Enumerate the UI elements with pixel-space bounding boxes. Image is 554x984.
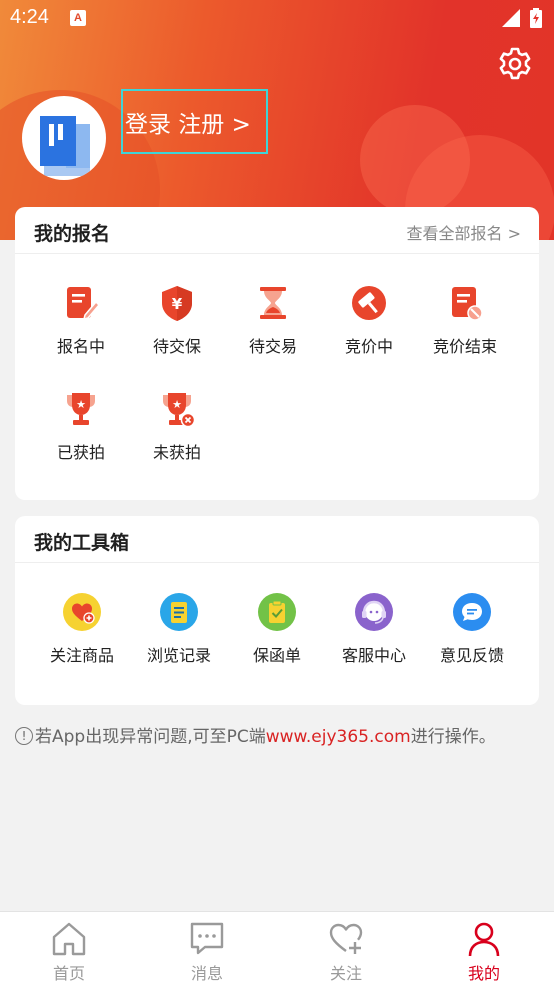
tab-messages[interactable]: 消息 (162, 920, 252, 984)
card-header: 我的工具箱 (15, 516, 539, 563)
tool-item-customer-service[interactable]: 客服中心 (326, 592, 422, 666)
trophy-x-icon: ★ (163, 393, 196, 428)
view-all-signup-link[interactable]: 查看全部报名 > (407, 220, 522, 244)
gear-icon[interactable] (497, 46, 533, 82)
tab-label: 消息 (190, 964, 223, 983)
form-edit-icon (67, 287, 101, 321)
tool-item-feedback[interactable]: 意见反馈 (424, 592, 520, 666)
signal-icon (502, 9, 520, 27)
signup-item-label: 竞价结束 (432, 337, 497, 356)
tab-label: 我的 (467, 964, 500, 983)
signup-item-label: 未获拍 (152, 443, 201, 462)
status-time: 4:24 (10, 6, 49, 28)
signup-item-label: 竞价中 (344, 337, 393, 356)
headset-icon (355, 593, 393, 631)
bottom-tab-bar: 首页 消息 关注 我的 (0, 911, 554, 984)
pc-site-link[interactable]: www.ejy365.com (266, 727, 411, 747)
signup-item-won[interactable]: ★ 已获拍 (33, 389, 129, 463)
info-icon: ! (15, 727, 33, 745)
tab-home[interactable]: 首页 (24, 920, 114, 984)
notice-prefix: 若App出现异常问题,可至PC端 (35, 727, 266, 747)
signup-item-label: 报名中 (56, 337, 105, 356)
user-icon (468, 922, 500, 957)
my-toolbox-card: 我的工具箱 关注商品 浏览记录 保函单 客服中心 意见反馈 (15, 516, 539, 705)
section-title: 我的报名 (34, 223, 111, 245)
avatar[interactable] (22, 96, 106, 180)
heart-plus-icon (63, 593, 101, 631)
hourglass-icon (260, 287, 286, 319)
tool-item-label: 客服中心 (341, 646, 406, 665)
message-icon (190, 922, 224, 955)
signup-item-label: 已获拍 (56, 443, 105, 462)
battery-icon (530, 8, 542, 28)
document-ban-icon (452, 287, 483, 321)
tool-item-guarantee-letter[interactable]: 保函单 (229, 592, 325, 666)
signup-item-label: 待交保 (152, 337, 201, 356)
svg-text:★: ★ (172, 398, 182, 411)
clipboard-check-icon (258, 593, 296, 631)
chat-bubble-icon (453, 593, 491, 631)
login-register-link[interactable]: 登录 注册 > (121, 89, 268, 154)
notice-text: ! 若App出现异常问题,可至PC端www.ejy365.com进行操作。 (15, 722, 545, 747)
gavel-icon (352, 286, 386, 320)
signup-item-bidding[interactable]: 竞价中 (321, 283, 417, 357)
tool-item-label: 关注商品 (49, 646, 114, 665)
notepad-icon (160, 593, 198, 631)
tool-item-label: 意见反馈 (439, 646, 504, 665)
heart-plus-icon (329, 923, 363, 954)
tab-mine[interactable]: 我的 (439, 920, 529, 984)
tool-item-followed-goods[interactable]: 关注商品 (34, 592, 130, 666)
status-bar: 4:24 A (0, 0, 554, 38)
trophy-icon: ★ (67, 393, 95, 425)
card-header: 我的报名 查看全部报名 > (15, 207, 539, 254)
avatar-building-icon (40, 116, 90, 176)
profile-header: 4:24 A 登录 注册 > (0, 0, 554, 240)
yuan-shield-icon: ¥ (162, 286, 192, 321)
signup-item-pending-deposit[interactable]: ¥ 待交保 (129, 283, 225, 357)
tool-item-browse-history[interactable]: 浏览记录 (131, 592, 227, 666)
svg-text:¥: ¥ (172, 295, 183, 313)
svg-text:★: ★ (76, 398, 86, 411)
home-icon (52, 922, 86, 956)
notification-badge: A (70, 10, 86, 26)
notice-suffix: 进行操作。 (410, 727, 496, 747)
tool-item-label: 保函单 (252, 646, 301, 665)
signup-item-bidding-ended[interactable]: 竞价结束 (417, 283, 513, 357)
section-title: 我的工具箱 (34, 532, 130, 554)
signup-item-not-won[interactable]: ★ 未获拍 (129, 389, 225, 463)
tool-item-label: 浏览记录 (146, 646, 211, 665)
signup-item-registering[interactable]: 报名中 (33, 283, 129, 357)
tab-follow[interactable]: 关注 (301, 920, 391, 984)
my-signup-card: 我的报名 查看全部报名 > 报名中 ¥ 待交保 待交易 竞价中 竞价结束 ★ 已… (15, 207, 539, 500)
tab-label: 首页 (52, 964, 85, 983)
signup-item-label: 待交易 (248, 337, 297, 356)
signup-item-pending-trade[interactable]: 待交易 (225, 283, 321, 357)
tab-label: 关注 (329, 964, 362, 983)
